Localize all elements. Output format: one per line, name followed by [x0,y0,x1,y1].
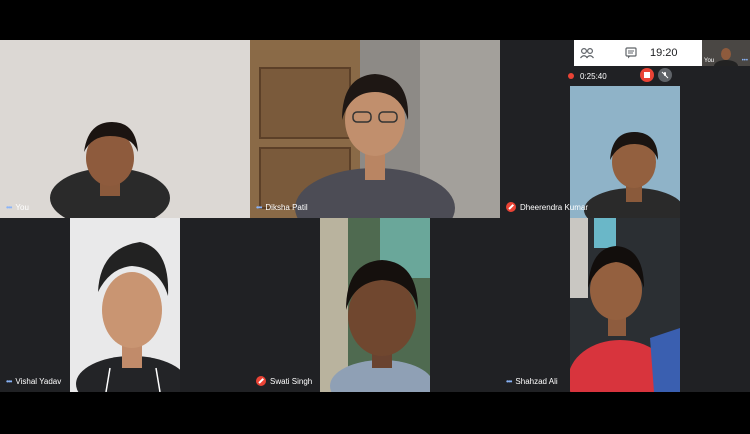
participant-name: Swati Singh [270,376,313,386]
recording-timer: 0:25:40 [580,71,607,81]
recording-bar: 0:25:40 [562,66,750,86]
audio-indicator-icon: ••• [6,203,12,212]
self-preview-label: You [704,58,715,64]
video-tile-you[interactable]: ••• You [0,40,250,218]
tile-name-label: ••• Diksha Patil [256,203,308,212]
video-tile-swati-singh[interactable]: Swati Singh [250,218,500,392]
participant-video [70,218,188,392]
recording-dot-icon [568,73,574,79]
people-icon[interactable] [574,40,600,66]
participant-video [0,40,250,218]
tile-name-label: ••• You [6,203,29,212]
audio-indicator-icon: ••• [6,377,12,386]
video-tile-diksha-patil[interactable]: ••• Diksha Patil [250,40,500,218]
participant-video [320,218,434,392]
video-tile-shahzad-ali[interactable]: ••• Shahzad Ali [500,218,750,392]
mic-off-icon [256,376,266,386]
participant-name: You [15,203,29,212]
tile-name-label: ••• Shahzad Ali [506,377,558,386]
chat-icon[interactable] [618,40,644,66]
participant-name: Vishal Yadav [15,377,62,386]
tile-name-label: Swati Singh [256,376,312,386]
audio-indicator-icon: ••• [741,58,748,64]
participant-video [570,86,684,218]
tile-name-label: Dheerendra Kumar [506,202,588,212]
participant-video [568,218,680,392]
mic-off-button[interactable] [658,68,672,82]
participant-name: Diksha Patil [265,203,308,212]
participant-video [250,40,500,218]
audio-indicator-icon: ••• [256,203,262,212]
video-tile-vishal-yadav[interactable]: ••• Vishal Yadav [0,218,250,392]
participant-name: Dheerendra Kumar [520,202,589,212]
self-preview-thumbnail[interactable]: You ••• [702,40,750,72]
participant-name: Shahzad Ali [515,377,558,386]
audio-indicator-icon: ••• [506,377,512,386]
tile-name-label: ••• Vishal Yadav [6,377,61,386]
stop-recording-button[interactable] [640,68,654,82]
mic-off-icon [506,202,516,212]
clock-time: 19:20 [650,47,678,59]
